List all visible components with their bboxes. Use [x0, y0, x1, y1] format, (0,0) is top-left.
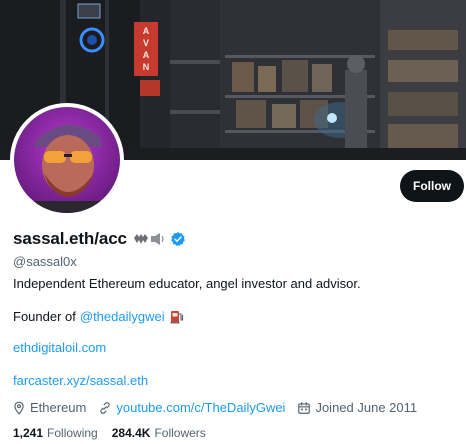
svg-text:A: A	[143, 26, 150, 36]
joined-item: Joined June 2011	[297, 400, 417, 415]
svg-text:V: V	[143, 38, 149, 48]
following-label: Following	[47, 426, 98, 440]
profile-stats: 1,241 Following 284.4K Followers	[13, 426, 220, 440]
website-item[interactable]: youtube.com/c/TheDailyGwei	[98, 400, 285, 415]
bat-and-speaker-emoji	[132, 231, 166, 247]
profile-bio: Independent Ethereum educator, angel inv…	[13, 276, 361, 291]
location-item: Ethereum	[12, 400, 86, 415]
location-pin-icon	[14, 401, 24, 415]
svg-text:A: A	[143, 50, 150, 60]
followers-label: Followers	[154, 426, 206, 440]
followers-count: 284.4K	[111, 426, 151, 440]
svg-text:N: N	[143, 62, 150, 72]
website-link-ethdigitaloil[interactable]: ethdigitaloil.com	[13, 340, 106, 355]
avatar-image	[14, 107, 120, 213]
joined-text: Joined June 2011	[315, 400, 418, 415]
profile-name-row: sassal.eth/acc	[13, 229, 186, 249]
following-count: 1,241	[13, 426, 44, 440]
fuel-pump-emoji	[170, 309, 184, 324]
founder-mention-link[interactable]: @thedailygwei	[80, 309, 165, 324]
founder-prefix: Founder of	[13, 309, 76, 324]
follow-button[interactable]: Follow	[400, 170, 464, 202]
profile-meta-row: Ethereum youtube.com/c/TheDailyGwei Join…	[12, 400, 429, 415]
followers-stat[interactable]: 284.4K Followers	[112, 426, 206, 440]
calendar-icon	[298, 401, 311, 414]
following-stat[interactable]: 1,241 Following	[13, 426, 98, 440]
verified-badge-icon[interactable]	[170, 231, 186, 247]
website-link-youtube[interactable]: youtube.com/c/TheDailyGwei	[116, 400, 285, 415]
display-name: sassal.eth/acc	[13, 229, 127, 248]
link-icon	[100, 401, 110, 414]
website-link-farcaster[interactable]: farcaster.xyz/sassal.eth	[13, 373, 148, 388]
profile-handle: @sassal0x	[13, 254, 77, 269]
avatar[interactable]	[10, 103, 124, 217]
founder-line: Founder of @thedailygwei	[13, 309, 184, 324]
location-text: Ethereum	[30, 400, 87, 415]
